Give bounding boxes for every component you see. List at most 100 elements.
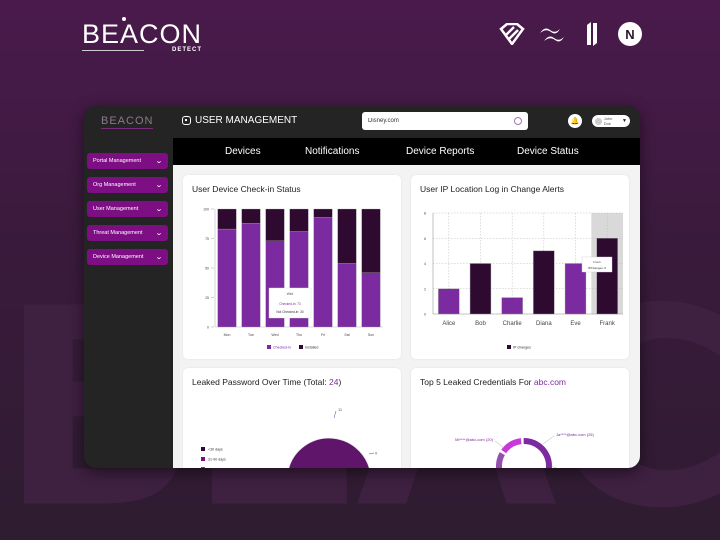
bar-installed xyxy=(337,208,357,264)
legend-swatch xyxy=(299,345,303,349)
y-tick-label: 0 xyxy=(207,326,209,330)
tooltip-title: Frank xyxy=(593,260,601,264)
label-leader xyxy=(333,410,337,419)
app-logo-underline xyxy=(101,128,153,129)
tab-device-status[interactable]: Device Status xyxy=(517,146,579,157)
leaked-credentials-chart: Ja****@abc.com (25) Pa****@abc.com (12) Mi… xyxy=(455,432,600,469)
sidebar-item-org-management[interactable]: Org Management ⌄ xyxy=(87,177,168,193)
dashboard-content: User Device Check-in Status 0 25 50 75 100 Mo… xyxy=(173,165,640,468)
label-leader xyxy=(494,440,505,449)
x-tick-label: Sun xyxy=(368,333,374,337)
label-leader xyxy=(542,435,555,445)
app-logo[interactable]: BEACON xyxy=(101,115,153,129)
leaked-password-card: Leaked Password Over Time (Total: 24) 11… xyxy=(183,368,401,468)
tab-notifications[interactable]: Notifications xyxy=(305,146,359,157)
bar-ip-changes xyxy=(469,263,492,315)
brand-sub: DETECT xyxy=(172,47,203,53)
x-tick-label: Mon xyxy=(224,333,231,337)
bar-installed xyxy=(217,208,237,230)
app-window: BEACON USER MANAGEMENT 🔔 John Doe ▼ Port… xyxy=(84,106,640,468)
beacon-dot-icon xyxy=(122,17,126,21)
page-title: USER MANAGEMENT xyxy=(182,115,297,126)
notification-bell-icon[interactable]: 🔔 xyxy=(568,114,582,128)
chevron-down-icon: ⌄ xyxy=(154,182,164,189)
tooltip-line: IPChanges: 6 xyxy=(588,266,607,270)
bar-installed xyxy=(313,208,333,218)
page-icon xyxy=(182,116,191,125)
x-tick-label: Thu xyxy=(296,333,302,337)
avatar xyxy=(595,117,602,125)
callout-label: Pa****@abc.com (12) xyxy=(561,467,600,469)
sidebar-item-user-management[interactable]: User Management ⌄ xyxy=(87,201,168,217)
sidebar-item-label: Threat Management xyxy=(93,230,143,236)
sidebar-item-label: User Management xyxy=(93,206,139,212)
bar-installed xyxy=(265,208,285,242)
x-tick-label: Bob xyxy=(475,321,486,327)
legend-swatch xyxy=(201,457,205,461)
y-tick-label: 4 xyxy=(424,262,426,266)
y-tick-label: 75 xyxy=(205,237,209,241)
tailwind-icon xyxy=(538,20,566,48)
tech-stack: N xyxy=(498,20,642,48)
slice-label: 0 xyxy=(375,451,378,456)
tab-devices[interactable]: Devices xyxy=(225,146,261,157)
bar-ip-changes xyxy=(533,250,555,315)
bar-installed xyxy=(241,208,261,224)
sidebar-item-portal-management[interactable]: Portal Management ⌄ xyxy=(87,153,168,169)
sidebar-item-label: Org Management xyxy=(93,182,136,188)
x-tick-label: Wed xyxy=(271,333,278,337)
legend-swatch xyxy=(201,447,205,451)
sidebar-item-label: Portal Management xyxy=(93,158,141,164)
callout-label: Ja****@abc.com (25) xyxy=(556,432,595,437)
legend-label: Installed xyxy=(305,346,318,350)
search-input[interactable] xyxy=(368,118,514,124)
legend-label: Checked-in xyxy=(273,346,291,350)
sidebar-item-device-management[interactable]: Device Management ⌄ xyxy=(87,249,168,265)
ip-alerts-card: User IP Location Log in Change Alerts 02… xyxy=(411,175,629,359)
search-icon[interactable] xyxy=(514,117,522,125)
x-tick-label: Diana xyxy=(536,321,552,327)
x-tick-label: Charlie xyxy=(503,321,523,327)
legend-swatch xyxy=(267,345,271,349)
leaked-credentials-card: Top 5 Leaked Credentials For abc.com Ja*… xyxy=(411,368,629,468)
chevron-down-icon: ⌄ xyxy=(154,230,164,237)
x-tick-label: Fri xyxy=(321,333,325,337)
y-tick-label: 6 xyxy=(424,237,426,241)
label-leader xyxy=(550,465,557,468)
sidebar-item-label: Device Management xyxy=(93,254,144,260)
caret-down-icon: ▼ xyxy=(622,118,627,124)
checkin-chart: 0 25 50 75 100 Mon Tue Wed Thu Fri Sat Sun Wed Checke… xyxy=(203,208,383,350)
brand-name: BEACON xyxy=(82,19,203,49)
supabase-icon xyxy=(498,20,526,48)
y-tick-label: 100 xyxy=(203,208,209,212)
bar-ip-changes xyxy=(438,288,460,315)
tab-device-reports[interactable]: Device Reports xyxy=(406,146,474,157)
y-tick-label: 8 xyxy=(424,212,426,216)
bar-checkedin xyxy=(217,228,237,328)
brand-underline xyxy=(82,50,144,51)
tooltip-line: Not Checked-in: 30 xyxy=(276,310,304,314)
y-tick-label: 2 xyxy=(424,287,426,291)
bar-installed xyxy=(361,208,381,273)
legend-label: <30 days xyxy=(208,448,223,452)
x-tick-label: Tue xyxy=(248,333,254,337)
nextjs-icon: N xyxy=(618,22,642,46)
y-tick-label: 0 xyxy=(424,313,426,317)
y-tick-label: 25 xyxy=(205,296,209,300)
ip-alerts-chart: 0 2 4 6 8 Alice Bob Charlie Diana Eve Frank Frank IP… xyxy=(424,212,623,350)
pie-slice xyxy=(288,437,370,468)
donut-segment xyxy=(501,438,522,454)
legend-swatch xyxy=(507,345,511,349)
bar-installed xyxy=(289,208,309,232)
top-bar: BEACON USER MANAGEMENT 🔔 John Doe ▼ xyxy=(84,106,640,138)
x-tick-label: Sat xyxy=(344,333,349,337)
bar-checkedin xyxy=(313,217,333,328)
legend-label: >90 days xyxy=(208,468,223,469)
sidebar-item-threat-management[interactable]: Threat Management ⌄ xyxy=(87,225,168,241)
user-menu[interactable]: John Doe ▼ xyxy=(592,115,630,127)
label-leader xyxy=(368,452,375,455)
search-box[interactable] xyxy=(362,112,528,130)
page-title-text: USER MANAGEMENT xyxy=(195,115,298,126)
bar-checkedin xyxy=(337,263,357,328)
donut-segment xyxy=(523,438,552,468)
